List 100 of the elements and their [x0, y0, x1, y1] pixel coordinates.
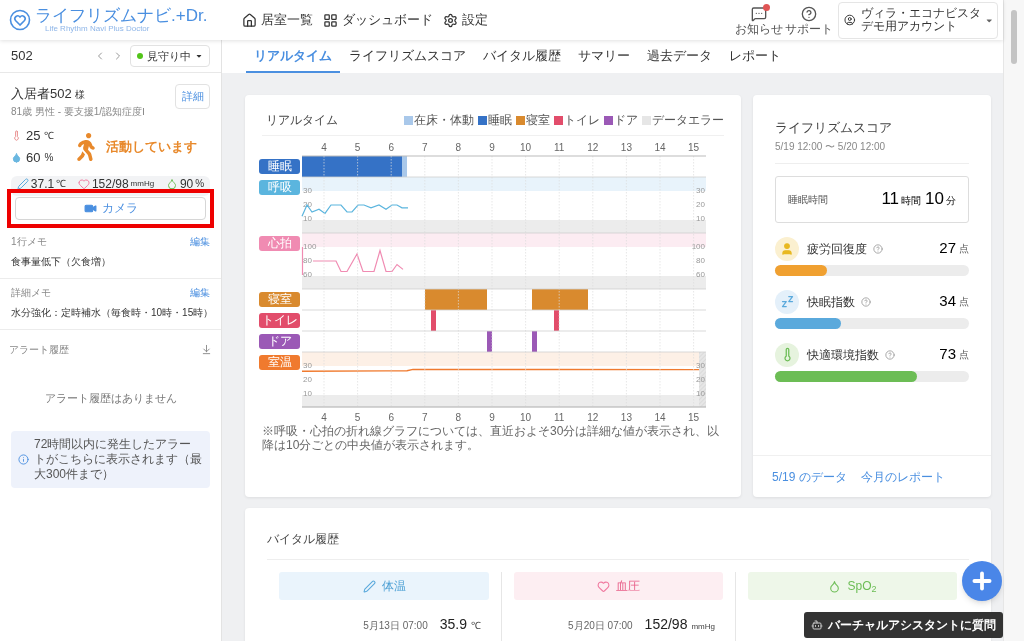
thermometer-icon	[11, 129, 22, 141]
person-icon	[775, 236, 799, 261]
vital-date: 5月20日 07:00	[568, 619, 633, 633]
score-unit: 点	[959, 295, 969, 309]
account-menu[interactable]: ヴィラ・エコナビスタ デモ用アカウント	[838, 1, 998, 39]
thermometer-icon	[775, 342, 799, 367]
room-temperature: 25	[26, 126, 41, 145]
message-icon	[751, 5, 767, 22]
legend-label: ドア	[614, 112, 638, 128]
detail-button[interactable]: 詳細	[175, 84, 210, 109]
status-dropdown[interactable]: 見守り中	[130, 45, 210, 67]
card-title: ライフリズムスコア	[775, 119, 893, 137]
humidity-unit: %	[44, 151, 54, 166]
vital-unit: ℃	[471, 619, 481, 633]
hours-unit: 時間	[901, 194, 922, 209]
edit-link[interactable]: 編集	[190, 233, 210, 249]
memo-title: 詳細メモ	[11, 285, 51, 300]
hour-label: 14	[654, 411, 666, 423]
score-unit: 点	[959, 348, 969, 362]
score-link[interactable]: 今月のレポート	[860, 467, 945, 486]
hour-label: 9	[489, 141, 495, 153]
account-name: デモ用アカウント	[860, 18, 957, 34]
nav-link[interactable]: 居室一覧	[242, 10, 313, 30]
score-label: 快適環境指数	[807, 346, 879, 364]
score-value: 73	[939, 344, 956, 365]
notifications-button[interactable]: お知らせ	[734, 5, 784, 35]
hour-label: 6	[388, 141, 394, 153]
scale-label: 30	[303, 186, 312, 196]
row-label-tag: 寝室	[259, 292, 300, 307]
heart-icon	[597, 579, 610, 593]
door-bar	[487, 331, 492, 352]
score-label: 疲労回復度	[807, 240, 867, 258]
row-label-tag: ドア	[259, 334, 300, 349]
tab[interactable]: バイタル履歴	[475, 40, 569, 73]
legend-label: 寝室	[526, 112, 550, 128]
hour-label: 10	[520, 141, 532, 153]
assistant-tooltip[interactable]: バーチャルアシスタントに質問	[804, 612, 1003, 638]
vital-unit: %	[195, 178, 205, 189]
nav-link[interactable]: ダッシュボード	[323, 10, 433, 30]
house-icon	[242, 12, 257, 28]
row-label-tag: 心拍	[259, 236, 300, 251]
row-label-tag: 室温	[259, 355, 300, 370]
resident-name: 入居者502	[11, 85, 72, 103]
camera-button[interactable]: カメラ	[15, 196, 206, 220]
edit-link[interactable]: 編集	[190, 284, 210, 300]
settings-icon	[443, 12, 458, 28]
tab[interactable]: レポート	[721, 40, 789, 73]
add-button[interactable]	[962, 561, 1002, 601]
minutes-unit: 分	[946, 194, 956, 209]
tab[interactable]: 過去データ	[639, 40, 720, 73]
vital-unit: mmHg	[691, 621, 715, 633]
scale-label: 10	[303, 214, 312, 224]
scale-label: 10	[696, 214, 705, 224]
scale-label: 100	[303, 242, 317, 252]
scale-label: 30	[696, 186, 705, 196]
scale-label: 10	[696, 389, 705, 399]
scale-label: 20	[696, 375, 705, 385]
vital-value: 35.9	[439, 615, 467, 634]
legend-label: トイレ	[564, 112, 600, 128]
robot-icon	[811, 619, 823, 631]
hour-label: 4	[321, 411, 327, 423]
facility-name: ヴィラ・エコナビスタ	[860, 6, 981, 19]
score-link[interactable]: 5/19 のデータ	[772, 467, 847, 486]
door-bar	[532, 331, 537, 352]
humidity-value: 60	[26, 149, 41, 167]
tab[interactable]: サマリー	[570, 40, 638, 73]
hour-label: 5	[354, 411, 361, 423]
support-button[interactable]: サポート	[784, 5, 834, 35]
card-title: リアルタイム	[266, 112, 338, 129]
vital-value: 90	[179, 177, 194, 190]
hour-label: 9	[489, 411, 495, 423]
score-value: 34	[939, 291, 956, 312]
user-icon	[844, 12, 856, 28]
scale-label: 100	[691, 242, 705, 252]
scrollbar[interactable]	[1003, 0, 1024, 641]
scale-label: 10	[303, 389, 312, 399]
score-period: 5/19 12:00 〜 5/20 12:00	[775, 139, 887, 154]
download-icon[interactable]	[201, 343, 212, 355]
tab[interactable]: ライフリズムスコア	[341, 40, 474, 73]
legend-label: データエラー	[652, 112, 724, 128]
toilet-bar	[431, 310, 436, 331]
hour-label: 8	[455, 411, 462, 423]
honorific: 様	[74, 88, 85, 102]
droplet-icon	[828, 579, 842, 593]
logo-title: ライフリズムナビ.+Dr.	[35, 7, 208, 24]
nav-link[interactable]: 設定	[443, 10, 488, 30]
caret-icon	[195, 52, 203, 60]
vital-label: SpO$_{2}$	[847, 578, 877, 595]
row-label-tag: トイレ	[259, 313, 300, 328]
hour-label: 8	[455, 141, 462, 153]
scale-label: 60	[696, 270, 705, 280]
hour-label: 7	[422, 411, 428, 423]
help-icon[interactable]	[873, 243, 883, 254]
vital-unit: ℃	[56, 178, 67, 189]
help-icon[interactable]	[861, 296, 871, 307]
memo-title: 1行メモ	[11, 234, 47, 249]
scale-label: 80	[303, 256, 312, 266]
hour-label: 12	[587, 141, 599, 153]
score-unit: 点	[959, 242, 969, 256]
help-icon[interactable]	[885, 349, 895, 360]
